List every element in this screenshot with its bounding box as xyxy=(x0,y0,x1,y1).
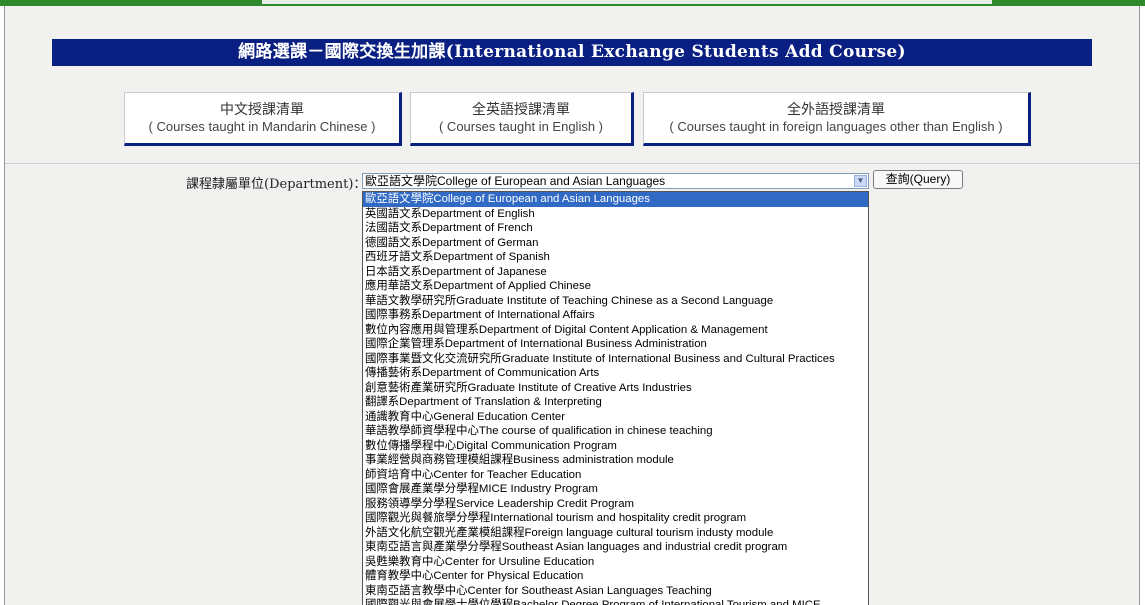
mandarin-courses-en-label: ( Courses taught in Mandarin Chinese ) xyxy=(148,119,376,134)
english-courses-en-label: ( Courses taught in English ) xyxy=(438,119,604,134)
section-divider xyxy=(5,163,1139,164)
department-option[interactable]: 吳甦樂教育中心Center for Ursuline Education xyxy=(363,555,868,570)
top-bar-highlight xyxy=(262,0,992,4)
department-dropdown-list[interactable]: 歐亞語文學院College of European and Asian Lang… xyxy=(362,191,869,605)
department-option[interactable]: 國際觀光與會展學士學位學程Bachelor Degree Program of … xyxy=(363,598,868,605)
department-option[interactable]: 國際事業暨文化交流研究所Graduate Institute of Intern… xyxy=(363,352,868,367)
department-option[interactable]: 國際企業管理系Department of International Busin… xyxy=(363,337,868,352)
department-option[interactable]: 外語文化航空觀光產業模組課程Foreign language cultural … xyxy=(363,526,868,541)
department-option[interactable]: 英國語文系Department of English xyxy=(363,207,868,222)
english-courses-zh-label: 全英語授課清單 xyxy=(472,101,570,117)
department-option[interactable]: 日本語文系Department of Japanese xyxy=(363,265,868,280)
department-option[interactable]: 法國語文系Department of French xyxy=(363,221,868,236)
department-option[interactable]: 通識教育中心General Education Center xyxy=(363,410,868,425)
department-option[interactable]: 師資培育中心Center for Teacher Education xyxy=(363,468,868,483)
department-select[interactable]: 歐亞語文學院College of European and Asian Lang… xyxy=(362,173,869,189)
department-option[interactable]: 數位內容應用與管理系Department of Digital Content … xyxy=(363,323,868,338)
department-option[interactable]: 華語教學師資學程中心The course of qualification in… xyxy=(363,424,868,439)
foreign-language-courses-button[interactable]: 全外語授課清單 ( Courses taught in foreign lang… xyxy=(643,92,1031,146)
department-selected-value: 歐亞語文學院College of European and Asian Lang… xyxy=(365,174,666,188)
department-option[interactable]: 歐亞語文學院College of European and Asian Lang… xyxy=(363,192,868,207)
department-option[interactable]: 西班牙語文系Department of Spanish xyxy=(363,250,868,265)
department-option[interactable]: 東南亞語言教學中心Center for Southeast Asian Lang… xyxy=(363,584,868,599)
department-option[interactable]: 服務領導學分學程Service Leadership Credit Progra… xyxy=(363,497,868,512)
mandarin-courses-button[interactable]: 中文授課清單 ( Courses taught in Mandarin Chin… xyxy=(124,92,402,146)
page-title: 網路選課－國際交換生加課(International Exchange Stud… xyxy=(52,39,1092,66)
department-option[interactable]: 事業經營與商務管理模組課程Business administration mod… xyxy=(363,453,868,468)
department-option[interactable]: 創意藝術產業研究所Graduate Institute of Creative … xyxy=(363,381,868,396)
department-option[interactable]: 應用華語文系Department of Applied Chinese xyxy=(363,279,868,294)
foreign-language-courses-en-label: ( Courses taught in foreign languages ot… xyxy=(669,119,1003,134)
foreign-language-courses-zh-label: 全外語授課清單 xyxy=(787,101,885,117)
chevron-down-icon[interactable]: ▼ xyxy=(854,175,867,187)
department-option[interactable]: 國際事務系Department of International Affairs xyxy=(363,308,868,323)
department-option[interactable]: 德國語文系Department of German xyxy=(363,236,868,251)
mandarin-courses-zh-label: 中文授課清單 xyxy=(220,101,304,117)
department-option[interactable]: 傳播藝術系Department of Communication Arts xyxy=(363,366,868,381)
department-option[interactable]: 國際會展產業學分學程MICE Industry Program xyxy=(363,482,868,497)
department-option[interactable]: 體育教學中心Center for Physical Education xyxy=(363,569,868,584)
department-option[interactable]: 數位傳播學程中心Digital Communication Program xyxy=(363,439,868,454)
department-option[interactable]: 國際觀光與餐旅學分學程International tourism and hos… xyxy=(363,511,868,526)
department-label: 課程隸屬單位(Department)： xyxy=(186,177,367,192)
department-option[interactable]: 東南亞語言與產業學分學程Southeast Asian languages an… xyxy=(363,540,868,555)
english-courses-button[interactable]: 全英語授課清單 ( Courses taught in English ) xyxy=(410,92,634,146)
department-option[interactable]: 翻譯系Department of Translation & Interpret… xyxy=(363,395,868,410)
query-button[interactable]: 查詢(Query) xyxy=(873,170,963,189)
department-option[interactable]: 華語文教學研究所Graduate Institute of Teaching C… xyxy=(363,294,868,309)
